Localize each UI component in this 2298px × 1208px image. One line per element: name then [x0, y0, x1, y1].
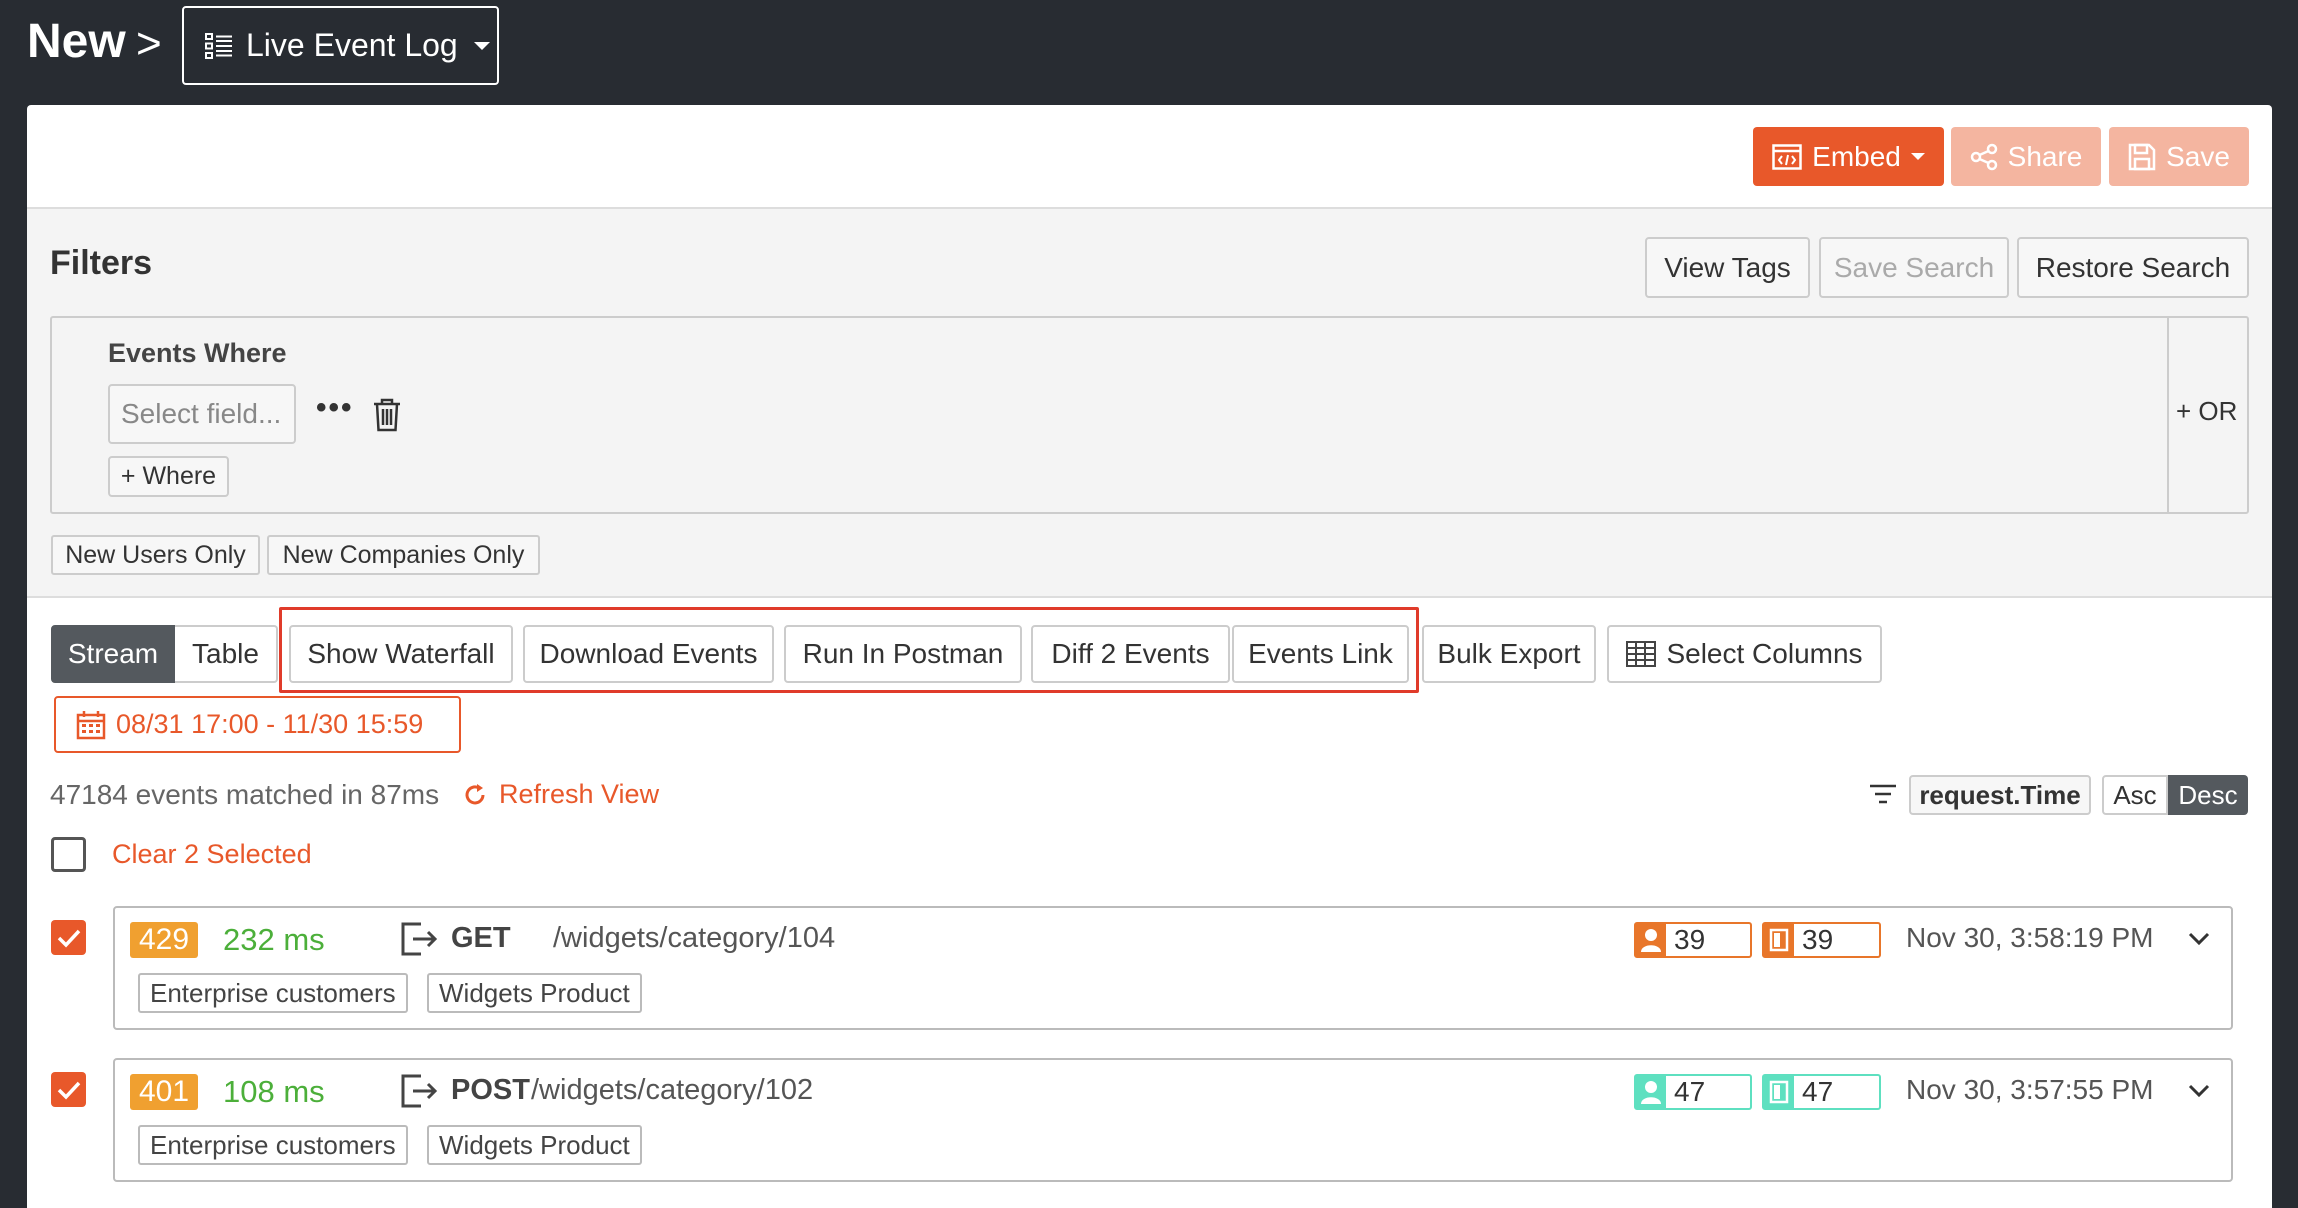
latency-value: 232 ms [223, 922, 325, 957]
table-icon [1626, 641, 1657, 667]
company-icon [1764, 924, 1794, 956]
refresh-view-button[interactable]: Refresh View [463, 779, 659, 810]
trash-icon[interactable] [372, 398, 402, 432]
run-in-postman-button[interactable]: Run In Postman [784, 625, 1022, 683]
filters-title: Filters [50, 244, 153, 282]
status-badge: 429 [130, 922, 199, 958]
check-icon [57, 929, 80, 948]
user-count-badge[interactable]: 47 [1634, 1074, 1752, 1110]
http-method: POST [451, 1074, 530, 1106]
select-columns-button[interactable]: Select Columns [1607, 625, 1882, 683]
user-count: 39 [1674, 924, 1706, 955]
embed-icon [1772, 143, 1802, 170]
bulk-export-button[interactable]: Bulk Export [1422, 625, 1596, 683]
tab-table[interactable]: Table [175, 625, 278, 683]
clear-selected-link[interactable]: Clear 2 Selected [112, 839, 312, 870]
sort-desc-button[interactable]: Desc [2168, 775, 2248, 815]
diff-events-button[interactable]: Diff 2 Events [1031, 625, 1230, 683]
select-columns-label: Select Columns [1666, 638, 1863, 669]
chevron-down-icon[interactable] [2188, 1084, 2210, 1098]
user-icon [1636, 924, 1666, 956]
latency-value: 108 ms [223, 1074, 325, 1109]
embed-button[interactable]: Embed [1753, 127, 1944, 186]
user-count-badge[interactable]: 39 [1634, 922, 1752, 958]
save-label: Save [2166, 140, 2230, 172]
chevron-down-icon [1910, 153, 1925, 160]
share-label: Share [2007, 140, 2083, 172]
check-icon [57, 1081, 80, 1100]
share-icon [1970, 143, 1997, 170]
event-tag: Widgets Product [427, 973, 642, 1013]
add-or-button[interactable]: + OR [2176, 396, 2237, 427]
sort-field-selector[interactable]: request.Time [1909, 775, 2091, 815]
chevron-down-icon [473, 41, 490, 50]
event-row-checkbox[interactable] [51, 920, 86, 955]
embed-label: Embed [1812, 140, 1901, 172]
more-options-icon[interactable]: ••• [316, 393, 354, 423]
company-count: 39 [1802, 924, 1834, 955]
event-row-checkbox[interactable] [51, 1072, 86, 1107]
company-icon [1764, 1076, 1794, 1108]
add-where-button[interactable]: + Where [108, 456, 229, 497]
save-search-button[interactable]: Save Search [1819, 237, 2009, 298]
view-tags-button[interactable]: View Tags [1645, 237, 1810, 298]
event-tag: Enterprise customers [138, 973, 408, 1013]
refresh-view-label: Refresh View [499, 779, 660, 809]
events-where-label: Events Where [108, 338, 287, 368]
user-count: 47 [1674, 1076, 1706, 1107]
divider [2167, 318, 2169, 512]
new-companies-only-toggle[interactable]: New Companies Only [267, 535, 540, 575]
request-path: /widgets/category/104 [553, 922, 836, 954]
sort-asc-button[interactable]: Asc [2102, 775, 2168, 815]
date-range-label: 08/31 17:00 - 11/30 15:59 [116, 709, 424, 739]
list-icon [205, 32, 232, 59]
request-path: /widgets/category/102 [531, 1074, 814, 1106]
company-count-badge[interactable]: 47 [1762, 1074, 1881, 1110]
date-range-picker[interactable]: 08/31 17:00 - 11/30 15:59 [54, 696, 461, 753]
event-tag: Enterprise customers [138, 1125, 408, 1165]
save-icon [2128, 143, 2156, 170]
download-events-button[interactable]: Download Events [523, 625, 774, 683]
select-all-checkbox[interactable] [51, 837, 86, 872]
refresh-icon [465, 783, 485, 804]
event-tag: Widgets Product [427, 1125, 642, 1165]
new-users-only-toggle[interactable]: New Users Only [51, 535, 260, 575]
breadcrumb-separator: > [136, 19, 162, 68]
view-selector-dropdown[interactable]: Live Event Log [182, 6, 499, 85]
events-matched-count: 47184 events matched in 87ms [50, 779, 440, 810]
sort-icon [1870, 784, 1896, 804]
breadcrumb-root[interactable]: New [27, 12, 126, 72]
event-timestamp: Nov 30, 3:58:19 PM [1906, 922, 2154, 953]
show-waterfall-button[interactable]: Show Waterfall [289, 625, 513, 683]
tab-stream[interactable]: Stream [51, 625, 175, 683]
calendar-icon [76, 710, 106, 739]
company-count-badge[interactable]: 39 [1762, 922, 1881, 958]
save-button[interactable]: Save [2109, 127, 2249, 186]
events-link-button[interactable]: Events Link [1232, 625, 1409, 683]
company-count: 47 [1802, 1076, 1834, 1107]
http-method: GET [451, 922, 511, 954]
select-field-input[interactable]: Select field... [108, 384, 296, 444]
status-badge: 401 [130, 1074, 199, 1110]
share-button[interactable]: Share [1951, 127, 2101, 186]
outgoing-request-icon [401, 922, 438, 956]
view-selector-label: Live Event Log [246, 27, 458, 63]
user-icon [1636, 1076, 1666, 1108]
outgoing-request-icon [401, 1074, 438, 1108]
chevron-down-icon[interactable] [2188, 932, 2210, 946]
restore-search-button[interactable]: Restore Search [2017, 237, 2249, 298]
event-timestamp: Nov 30, 3:57:55 PM [1906, 1074, 2154, 1105]
